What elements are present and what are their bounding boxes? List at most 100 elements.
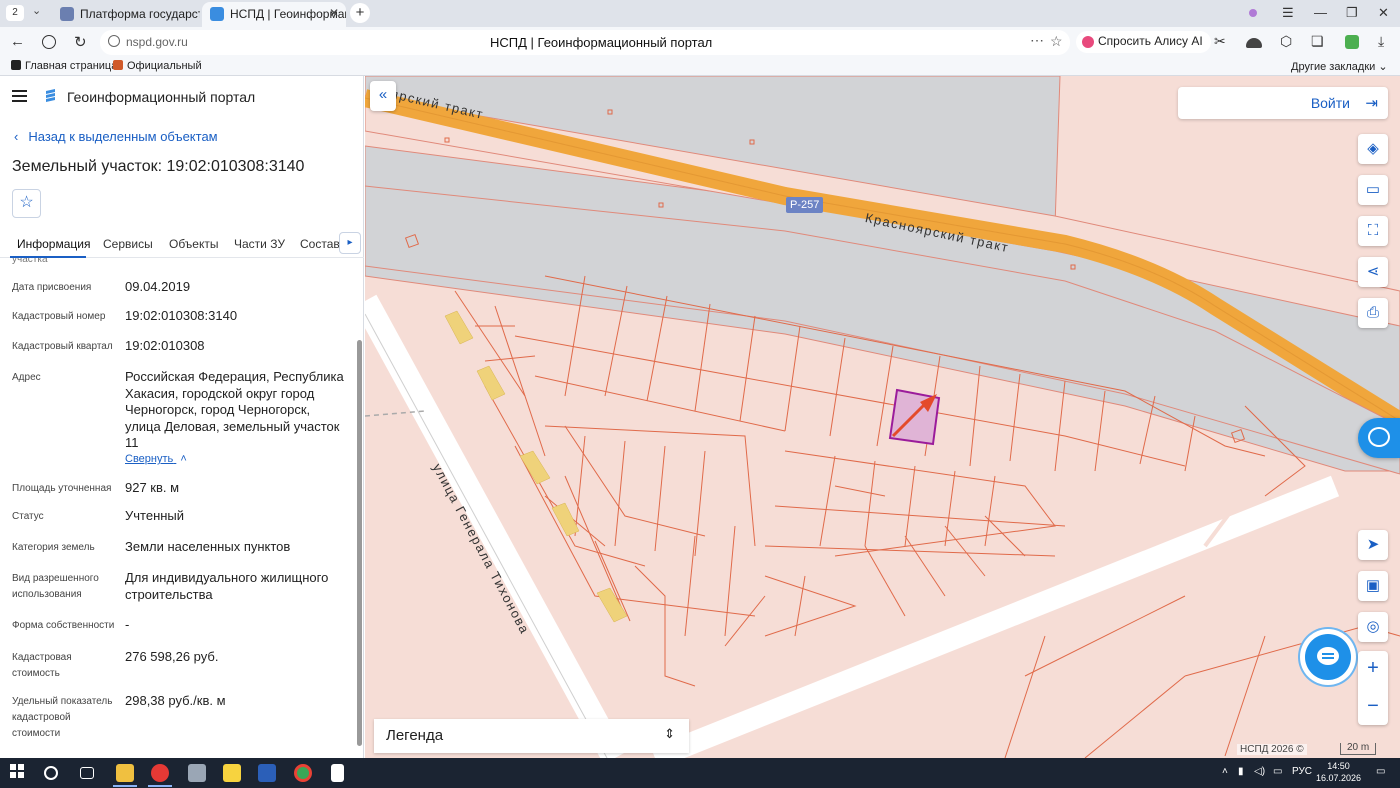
property-value: 19:02:010308:3140 — [125, 308, 238, 323]
lower-road — [650, 475, 1340, 758]
reload-icon[interactable]: ↻ — [74, 33, 87, 51]
back-link-label: Назад к выделенным объектам — [28, 129, 218, 144]
property-value: 927 кв. м — [125, 480, 180, 495]
browser-tab-platform[interactable]: Платформа государственн — [52, 2, 200, 27]
download-icon[interactable]: ⤓ — [1378, 33, 1384, 50]
windows-start-icon[interactable] — [10, 764, 28, 782]
zoom-controls: + − — [1358, 651, 1388, 725]
property-label: Категория земель — [12, 542, 95, 553]
property-label-cut: участка — [12, 258, 48, 265]
tab-information[interactable]: Информация — [17, 237, 90, 251]
collections-icon[interactable]: ❏ — [1311, 33, 1324, 50]
yandex-icon[interactable] — [42, 35, 56, 49]
panel-scrollbar[interactable] — [357, 340, 362, 746]
print-button[interactable]: ⎙ — [1358, 298, 1388, 328]
windows-taskbar: ˄ ▮ ◁) ▭ РУС 14:50 16.07.2026 ▭ — [0, 758, 1400, 788]
other-bookmarks-label: Другие закладки — [1291, 61, 1376, 73]
tray-chevron-icon[interactable]: ˄ — [1222, 766, 1228, 777]
back-to-selected-link[interactable]: ‹ Назад к выделенным объектам — [14, 129, 218, 144]
more-dots-icon[interactable]: ⋯ — [1030, 32, 1044, 49]
favorite-star-button[interactable]: ☆ — [12, 189, 41, 218]
locate-button[interactable]: ◎ — [1358, 612, 1388, 642]
chrome-icon[interactable] — [294, 764, 312, 782]
ask-alice-button[interactable]: Спросить Алису AI — [1076, 31, 1211, 53]
browser-tab-nspd[interactable]: НСПД | Геоинформацио ✕ — [202, 2, 346, 27]
tab-count-button[interactable]: 2 — [6, 5, 24, 21]
property-value: Учтенный — [125, 508, 185, 523]
property-value: 276 598,26 руб. — [125, 649, 219, 664]
bookmark-home[interactable]: Главная страница — [11, 60, 117, 72]
properties-list: участка Дата присвоения 09.04.2019 Кадас… — [0, 258, 354, 758]
yandex-browser-icon[interactable] — [151, 764, 169, 782]
profile-icon[interactable] — [1249, 9, 1257, 17]
minimap-button[interactable]: ▣ — [1358, 571, 1388, 601]
share-button[interactable]: ⋖ — [1358, 257, 1388, 287]
other-bookmarks[interactable]: Другие закладки ⌄ — [1291, 60, 1388, 73]
zoom-out-button[interactable]: − — [1358, 689, 1388, 725]
url-field[interactable]: nspd.gov.ru НСПД | Геоинформационный пор… — [100, 30, 1070, 55]
hat-icon[interactable] — [1246, 38, 1262, 48]
hamburger-menu-icon[interactable] — [12, 90, 27, 102]
chat-bubble-icon — [1368, 427, 1390, 447]
tools-icon[interactable]: ✂ — [1214, 33, 1226, 50]
tab-parts[interactable]: Части ЗУ — [234, 237, 285, 251]
side-panel-tab[interactable] — [1358, 418, 1400, 458]
collapse-link[interactable]: Свернуть ˄ — [125, 453, 187, 465]
taskbar-clock[interactable]: 14:50 16.07.2026 — [1316, 760, 1361, 784]
tabs-scroll-right-button[interactable]: ▸ — [339, 232, 361, 254]
account-icon[interactable] — [1345, 35, 1359, 49]
layers-button[interactable]: ◈ — [1358, 134, 1388, 164]
volume-icon[interactable]: ◁) — [1254, 766, 1265, 777]
close-window-icon[interactable]: ✕ — [1378, 5, 1389, 21]
address-bar-row: ← ↻ nspd.gov.ru НСПД | Геоинформационный… — [0, 27, 1400, 58]
property-label: Кадастровый квартал — [12, 341, 113, 352]
collapse-panel-button[interactable]: « — [370, 81, 396, 111]
document-icon[interactable] — [331, 764, 344, 782]
select-area-button[interactable]: ⛶ — [1358, 216, 1388, 246]
info-tabs: Информация Сервисы Объекты Части ЗУ Сост… — [0, 232, 364, 258]
tab-list-chevron-icon[interactable]: ⌄ — [32, 4, 41, 17]
site-info-icon[interactable] — [108, 35, 120, 47]
browser-tab-bar: 2 ⌄ Платформа государственн НСПД | Геоин… — [0, 0, 1400, 27]
notifications-icon[interactable]: ▭ — [1376, 766, 1385, 777]
map-view[interactable]: ярский тракт Р-257 Красноярский тракт ул… — [365, 76, 1400, 758]
collapse-label: Свернуть — [125, 453, 174, 465]
word-icon[interactable] — [258, 764, 276, 782]
back-arrow-icon[interactable]: ← — [10, 33, 25, 50]
url-text: nspd.gov.ru — [126, 35, 188, 49]
search-icon[interactable] — [44, 766, 58, 780]
new-tab-button[interactable]: + — [350, 3, 370, 23]
language-indicator[interactable]: РУС — [1292, 766, 1312, 777]
extensions-icon[interactable]: ⬡ — [1280, 33, 1292, 50]
property-label: Вид разрешенного использования — [12, 573, 99, 600]
login-label: Войти — [1310, 95, 1350, 111]
legend-dropdown[interactable]: Легенда ⇕ — [374, 719, 689, 753]
bookmark-official[interactable]: Официальный са — [113, 60, 205, 72]
map-canvas[interactable] — [365, 76, 1400, 758]
zoom-in-button[interactable]: + — [1358, 651, 1388, 687]
property-label: Статус — [12, 511, 44, 522]
property-label: Адрес — [12, 372, 41, 383]
menu-icon[interactable]: ☰ — [1282, 5, 1294, 21]
page-title: НСПД | Геоинформационный портал — [490, 35, 713, 50]
microphone-icon[interactable]: ▮ — [1238, 766, 1244, 777]
chat-button[interactable] — [1305, 634, 1351, 680]
notes-icon[interactable] — [223, 764, 241, 782]
buildings — [444, 310, 628, 623]
app-icon[interactable] — [188, 764, 206, 782]
task-view-icon[interactable] — [80, 767, 94, 779]
tab-objects[interactable]: Объекты — [169, 237, 219, 251]
minimize-icon[interactable]: — — [1314, 5, 1327, 20]
restore-icon[interactable]: ❐ — [1346, 5, 1358, 21]
navigate-button[interactable]: ➤ — [1358, 530, 1388, 560]
file-explorer-icon[interactable] — [116, 764, 134, 782]
tab-services[interactable]: Сервисы — [103, 237, 153, 251]
close-tab-icon[interactable]: ✕ — [329, 6, 339, 20]
property-value: 19:02:010308 — [125, 338, 205, 353]
tab-composition[interactable]: Состав — [300, 237, 340, 251]
network-icon[interactable]: ▭ — [1273, 766, 1282, 777]
object-title: Земельный участок: 19:02:010308:3140 — [12, 158, 305, 175]
ruler-button[interactable]: ▭ — [1358, 175, 1388, 205]
login-button[interactable]: Войти ⇥ — [1178, 87, 1388, 119]
bookmark-icon[interactable]: ☆ — [1050, 33, 1063, 50]
